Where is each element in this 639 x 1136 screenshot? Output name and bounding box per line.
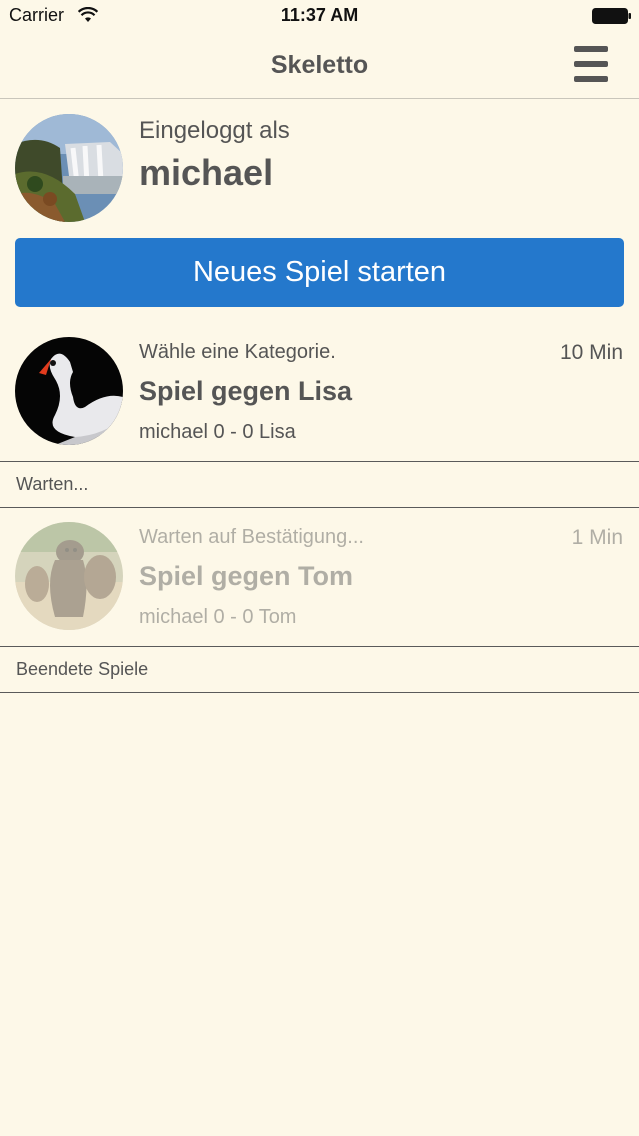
section-title: Beendete Spiele bbox=[16, 659, 149, 679]
game-row-lisa[interactable]: Wähle eine Kategorie. 10 Min Spiel gegen… bbox=[0, 322, 639, 462]
nav-bar: Skeletto bbox=[0, 32, 639, 99]
game-status: Warten auf Bestätigung... bbox=[139, 526, 364, 548]
status-bar: Carrier 11:37 AM bbox=[0, 0, 639, 32]
section-title: Warten... bbox=[16, 474, 89, 494]
battery-icon bbox=[592, 8, 631, 24]
logged-in-label: Eingeloggt als bbox=[139, 117, 290, 144]
game-score: michael 0 - 0 Tom bbox=[139, 606, 297, 628]
page-title: Skeletto bbox=[270, 51, 369, 79]
new-game-button[interactable]: Neues Spiel starten bbox=[15, 238, 624, 307]
game-status: Wähle eine Kategorie. bbox=[139, 341, 336, 363]
profile-avatar bbox=[15, 114, 123, 222]
opponent-avatar bbox=[15, 337, 123, 445]
section-header-waiting: Warten... bbox=[0, 461, 639, 508]
game-score: michael 0 - 0 Lisa bbox=[139, 421, 296, 443]
game-title: Spiel gegen Tom bbox=[139, 561, 354, 591]
menu-button[interactable] bbox=[571, 44, 611, 84]
opponent-avatar bbox=[15, 522, 123, 630]
game-time: 1 Min bbox=[571, 526, 623, 549]
game-time: 10 Min bbox=[559, 341, 623, 364]
game-title: Spiel gegen Lisa bbox=[139, 376, 353, 406]
username: michael bbox=[139, 152, 274, 193]
clock: 11:37 AM bbox=[280, 5, 359, 25]
game-row-tom[interactable]: Warten auf Bestätigung... 1 Min Spiel ge… bbox=[0, 507, 639, 647]
section-header-finished: Beendete Spiele bbox=[0, 646, 639, 693]
